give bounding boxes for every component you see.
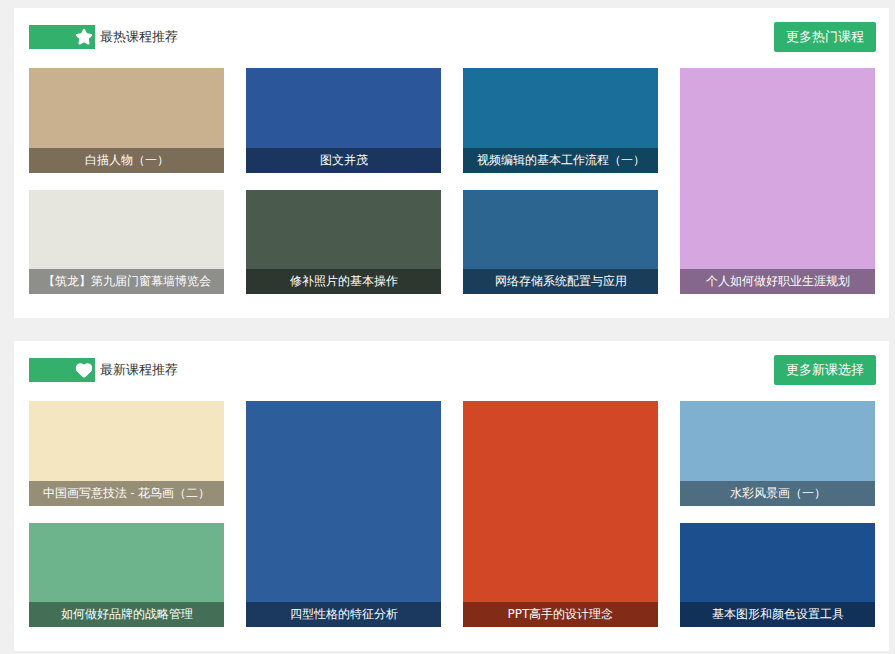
course-caption: 【筑龙】第九届门窗幕墙博览会 — [29, 269, 224, 294]
section-badge — [29, 25, 95, 49]
more-button[interactable]: 更多新课选择 — [774, 355, 876, 385]
course-caption: 白描人物（一） — [29, 148, 224, 173]
panel-header: 最新课程推荐 更多新课选择 — [29, 355, 876, 385]
course-caption: 视频编辑的基本工作流程（一） — [463, 148, 658, 173]
course-caption: 四型性格的特征分析 — [246, 602, 441, 627]
course-card[interactable]: 视频编辑的基本工作流程（一） — [463, 68, 658, 173]
course-card[interactable]: 网络存储系统配置与应用 — [463, 190, 658, 295]
course-card[interactable]: PPT高手的设计理念 — [463, 401, 658, 627]
course-grid: 中国画写意技法 - 花鸟画（二） 如何做好品牌的战略管理四型性格的特征分析 PPT高… — [29, 401, 876, 627]
course-caption: 如何做好品牌的战略管理 — [29, 602, 224, 627]
course-card[interactable]: 水彩风景画（一） — [680, 401, 875, 506]
section-title: 最热课程推荐 — [100, 28, 178, 46]
section-badge — [29, 358, 95, 382]
course-panel: 最热课程推荐更多热门课程白描人物（一）【筑龙】第九届门窗幕墙博览会图文并茂修补照… — [14, 8, 889, 318]
course-card[interactable]: 基本图形和颜色设置工具 — [680, 523, 875, 628]
course-caption: 个人如何做好职业生涯规划 — [680, 269, 875, 294]
course-card[interactable]: 中国画写意技法 - 花鸟画（二） — [29, 401, 224, 506]
course-card[interactable]: 白描人物（一） — [29, 68, 224, 173]
heart-icon — [75, 361, 93, 379]
course-panel: 最新课程推荐 更多新课选择中国画写意技法 - 花鸟画（二） 如何做好品牌的战略管理四… — [14, 341, 889, 651]
course-card[interactable]: 个人如何做好职业生涯规划 — [680, 68, 875, 294]
page: 最热课程推荐更多热门课程白描人物（一）【筑龙】第九届门窗幕墙博览会图文并茂修补照… — [0, 0, 895, 651]
panel-title-group: 最热课程推荐 — [29, 25, 178, 49]
star-icon — [75, 28, 93, 46]
panel-title-group: 最新课程推荐 — [29, 358, 178, 382]
course-column: 图文并茂修补照片的基本操作 — [246, 68, 441, 294]
course-card[interactable]: 四型性格的特征分析 — [246, 401, 441, 627]
course-column: PPT高手的设计理念 — [463, 401, 658, 627]
course-column: 水彩风景画（一） 基本图形和颜色设置工具 — [680, 401, 875, 627]
course-column: 个人如何做好职业生涯规划 — [680, 68, 875, 294]
course-column: 白描人物（一） 【筑龙】第九届门窗幕墙博览会 — [29, 68, 224, 294]
course-column: 中国画写意技法 - 花鸟画（二） 如何做好品牌的战略管理 — [29, 401, 224, 627]
course-column: 四型性格的特征分析 — [246, 401, 441, 627]
course-card[interactable]: 如何做好品牌的战略管理 — [29, 523, 224, 628]
course-card[interactable]: 图文并茂 — [246, 68, 441, 173]
course-caption: 修补照片的基本操作 — [246, 269, 441, 294]
section-title: 最新课程推荐 — [100, 361, 178, 379]
panel-header: 最热课程推荐 更多热门课程 — [29, 22, 876, 52]
course-caption: PPT高手的设计理念 — [463, 602, 658, 627]
course-column: 视频编辑的基本工作流程（一） 网络存储系统配置与应用 — [463, 68, 658, 294]
course-caption: 基本图形和颜色设置工具 — [680, 602, 875, 627]
course-caption: 中国画写意技法 - 花鸟画（二） — [29, 481, 224, 506]
course-caption: 网络存储系统配置与应用 — [463, 269, 658, 294]
more-button[interactable]: 更多热门课程 — [774, 22, 876, 52]
course-card[interactable]: 【筑龙】第九届门窗幕墙博览会 — [29, 190, 224, 295]
course-caption: 图文并茂 — [246, 148, 441, 173]
course-grid: 白描人物（一）【筑龙】第九届门窗幕墙博览会图文并茂修补照片的基本操作视频编辑的基… — [29, 68, 876, 294]
course-card[interactable]: 修补照片的基本操作 — [246, 190, 441, 295]
course-caption: 水彩风景画（一） — [680, 481, 875, 506]
